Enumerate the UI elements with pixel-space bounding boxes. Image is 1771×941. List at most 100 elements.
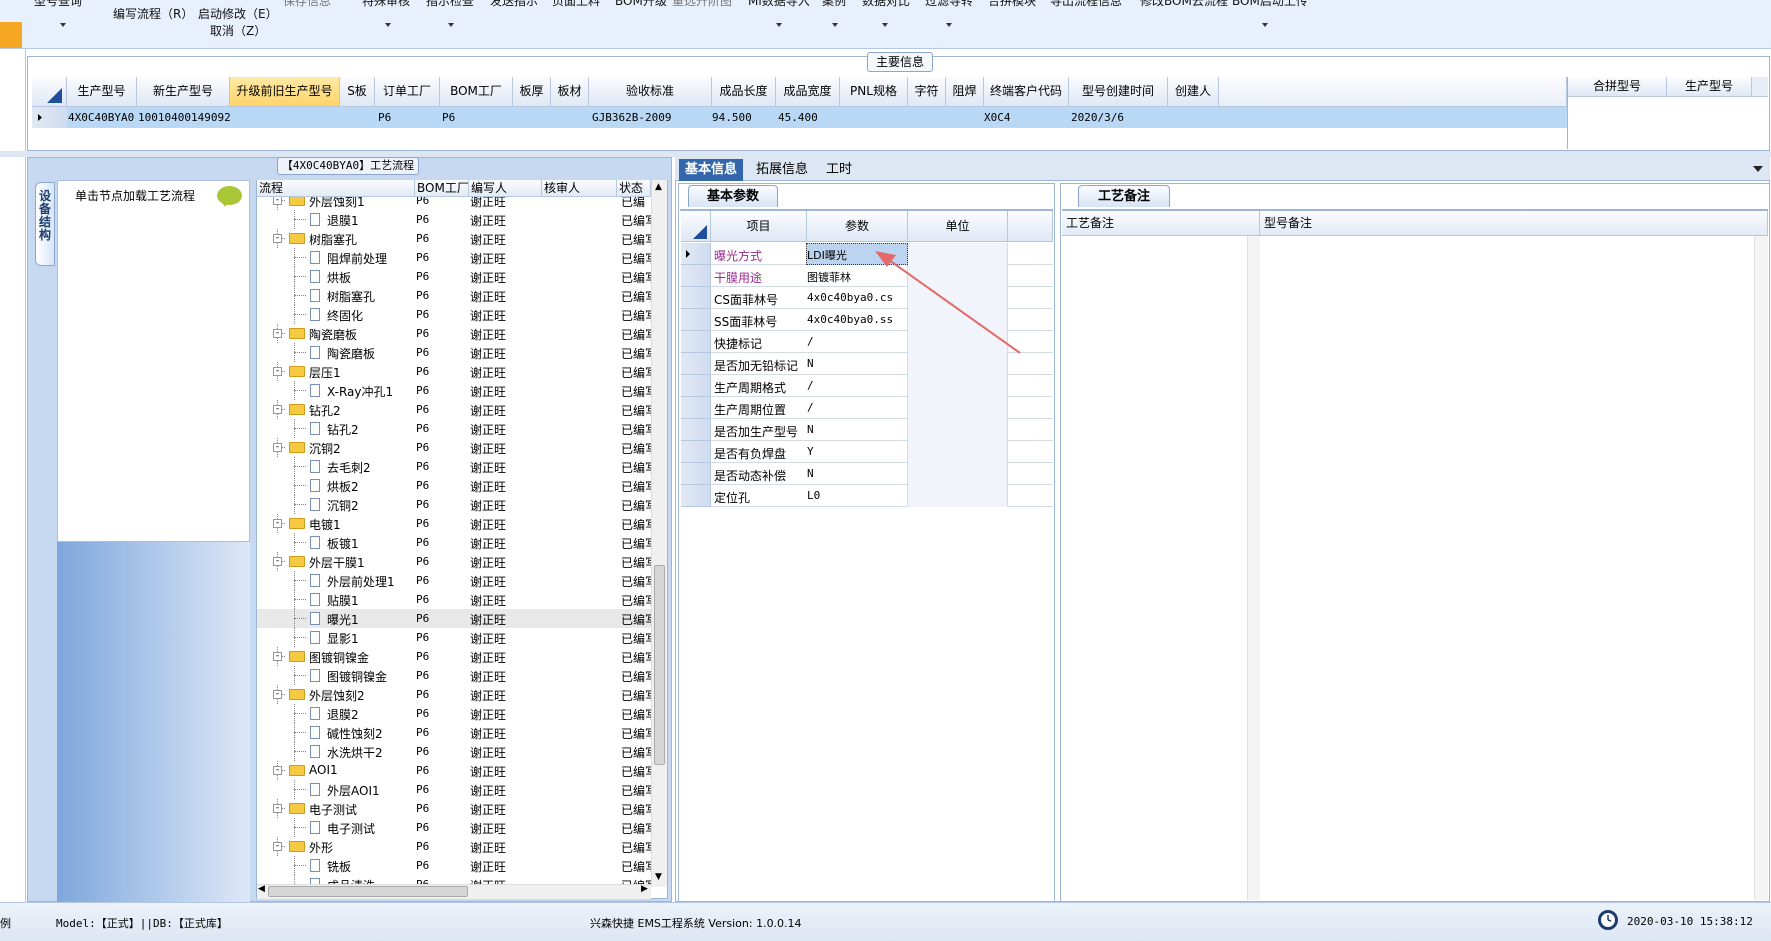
collapse-icon[interactable]: -	[273, 197, 282, 205]
toolbar-item-modify-bom[interactable]: 修改BOM云流程	[1140, 0, 1228, 9]
collapse-icon[interactable]: -	[273, 329, 282, 338]
tab-menu-arrow-icon[interactable]	[1753, 166, 1763, 172]
tree-row[interactable]: 去毛刺2 P6 谢正旺 已编写	[257, 457, 651, 476]
toolbar-item-bom-upload[interactable]: BOM启动上传	[1232, 0, 1308, 9]
tree-row[interactable]: - 钻孔2 P6 谢正旺 已编写	[257, 400, 651, 419]
toolbar-item-bom-upgrade[interactable]: BOM升级	[615, 0, 667, 9]
param-value-cell[interactable]	[806, 419, 908, 441]
tree-row[interactable]: 碱性蚀刻2 P6 谢正旺 已编写	[257, 723, 651, 742]
params-col-unit[interactable]: 单位	[908, 211, 1008, 242]
col-new-prod-model[interactable]: 新生产型号	[137, 77, 230, 107]
param-value-cell[interactable]	[806, 485, 908, 507]
param-unit-cell[interactable]	[908, 375, 1008, 397]
col-bom-factory[interactable]: BOM工厂	[440, 77, 513, 107]
col-thickness[interactable]: 板厚	[513, 77, 551, 107]
param-row-indicator[interactable]	[681, 397, 711, 419]
col-created-time[interactable]: 型号创建时间	[1069, 77, 1168, 107]
dropdown-arrow-icon[interactable]	[60, 23, 66, 27]
collapse-icon[interactable]: -	[273, 690, 282, 699]
param-row-indicator[interactable]	[681, 331, 711, 353]
collapse-icon[interactable]: -	[273, 443, 282, 452]
compile-flow-button[interactable]: 编写流程（R）	[113, 5, 193, 22]
tree-row[interactable]: 外层AOI1 P6 谢正旺 已编写	[257, 780, 651, 799]
col-solder-mask[interactable]: 阻焊	[946, 77, 984, 107]
tree-row[interactable]: - 树脂塞孔 P6 谢正旺 已编写	[257, 229, 651, 248]
tab-basic-info[interactable]: 基本信息	[679, 159, 744, 181]
row-indicator[interactable]	[32, 107, 67, 128]
col-material[interactable]: 板材	[551, 77, 589, 107]
col-width[interactable]: 成品宽度	[776, 77, 840, 107]
tree-col-reviewer[interactable]: 核审人	[542, 180, 617, 197]
toolbar-item-send[interactable]: 发送指示	[490, 0, 538, 9]
tree-row[interactable]: 终固化 P6 谢正旺 已编写	[257, 305, 651, 324]
tab-work-hours[interactable]: 工时	[820, 159, 858, 181]
collapse-icon[interactable]: -	[273, 842, 282, 851]
param-unit-cell[interactable]	[908, 463, 1008, 485]
col-standard[interactable]: 验收标准	[589, 77, 712, 107]
col-prod-model[interactable]: 生产型号	[67, 77, 137, 107]
dropdown-arrow-icon[interactable]	[776, 23, 782, 27]
param-row-indicator[interactable]	[681, 485, 711, 507]
tree-row[interactable]: - 外层干膜1 P6 谢正旺 已编写	[257, 552, 651, 571]
collapse-icon[interactable]: -	[273, 652, 282, 661]
param-row-indicator[interactable]	[681, 463, 711, 485]
dropdown-arrow-icon[interactable]	[385, 23, 391, 27]
tree-col-bom[interactable]: BOM工厂	[415, 180, 469, 197]
model-notes-input[interactable]	[1261, 236, 1754, 900]
process-notes-tab[interactable]: 工艺备注	[1078, 185, 1170, 207]
toolbar-item-save-info[interactable]: 保存信息	[283, 0, 331, 9]
tree-row[interactable]: 外层前处理1 P6 谢正旺 已编写	[257, 571, 651, 590]
collapse-icon[interactable]: -	[273, 405, 282, 414]
param-row-indicator[interactable]	[681, 441, 711, 463]
col-side-prod-model[interactable]: 生产型号	[1667, 77, 1752, 97]
tree-row[interactable]: 烘板 P6 谢正旺 已编写	[257, 267, 651, 286]
param-row-indicator[interactable]	[681, 353, 711, 375]
tree-row[interactable]: - 外形 P6 谢正旺 已编写	[257, 837, 651, 856]
toolbar-item-data-compare[interactable]: 数据对比	[862, 0, 910, 9]
tree-row[interactable]: - 陶瓷磨板 P6 谢正旺 已编写	[257, 324, 651, 343]
tree-row[interactable]: 阻焊前处理 P6 谢正旺 已编写	[257, 248, 651, 267]
params-corner-header[interactable]	[681, 211, 711, 242]
params-col-item[interactable]: 项目	[711, 211, 807, 242]
param-unit-cell[interactable]	[908, 419, 1008, 441]
scroll-right-arrow-icon[interactable]: ▶	[641, 884, 648, 894]
tree-row[interactable]: 烘板2 P6 谢正旺 已编写	[257, 476, 651, 495]
notes-col-model[interactable]: 型号备注	[1260, 211, 1768, 236]
tree-row[interactable]: 铣板 P6 谢正旺 已编写	[257, 856, 651, 875]
tree-row[interactable]: - 电镀1 P6 谢正旺 已编写	[257, 514, 651, 533]
dropdown-arrow-icon[interactable]	[832, 23, 838, 27]
tree-row[interactable]: - 外层蚀刻1 P6 谢正旺 已编	[257, 197, 651, 210]
tree-row[interactable]: 树脂塞孔 P6 谢正旺 已编写	[257, 286, 651, 305]
col-character[interactable]: 字符	[908, 77, 946, 107]
toolbar-item-filter[interactable]: 过滤导转	[925, 0, 973, 9]
col-merge-model[interactable]: 合拼型号	[1568, 77, 1667, 97]
row-indicator-header[interactable]	[32, 77, 67, 107]
toolbar-item-model-query[interactable]: 型号查询	[34, 0, 82, 9]
param-value-cell[interactable]	[806, 463, 908, 485]
scroll-up-arrow-icon[interactable]: ▲	[655, 182, 662, 192]
toolbar-item-special-review[interactable]: 特殊审核	[362, 0, 410, 9]
param-value-cell[interactable]	[806, 397, 908, 419]
params-col-value[interactable]: 参数	[807, 211, 908, 242]
process-notes-input[interactable]	[1063, 236, 1247, 900]
tree-row[interactable]: - 沉铜2 P6 谢正旺 已编写	[257, 438, 651, 457]
model-notes-scrollbar[interactable]	[1754, 236, 1768, 900]
collapse-icon[interactable]: -	[273, 804, 282, 813]
start-modify-button[interactable]: 启动修改（E）	[198, 5, 278, 22]
col-length[interactable]: 成品长度	[712, 77, 776, 107]
tree-col-flow[interactable]: 流程	[257, 180, 415, 197]
dropdown-arrow-icon[interactable]	[1262, 23, 1268, 27]
param-unit-cell[interactable]	[908, 441, 1008, 463]
param-value-cell[interactable]	[806, 375, 908, 397]
tree-row[interactable]: 板镀1 P6 谢正旺 已编写	[257, 533, 651, 552]
col-old-prod-model[interactable]: 升级前旧生产型号	[230, 77, 340, 107]
basic-params-tab[interactable]: 基本参数	[688, 185, 778, 207]
dropdown-arrow-icon[interactable]	[882, 23, 888, 27]
toolbar-item-export-flow[interactable]: 导出流程信息	[1050, 0, 1122, 9]
param-unit-cell[interactable]	[908, 485, 1008, 507]
toolbar-item-page-load[interactable]: 页面上料	[552, 0, 600, 9]
collapse-icon[interactable]: -	[273, 557, 282, 566]
param-row-indicator[interactable]	[681, 419, 711, 441]
param-row-indicator[interactable]	[681, 375, 711, 397]
tree-row[interactable]: 图镀铜镍金 P6 谢正旺 已编写	[257, 666, 651, 685]
